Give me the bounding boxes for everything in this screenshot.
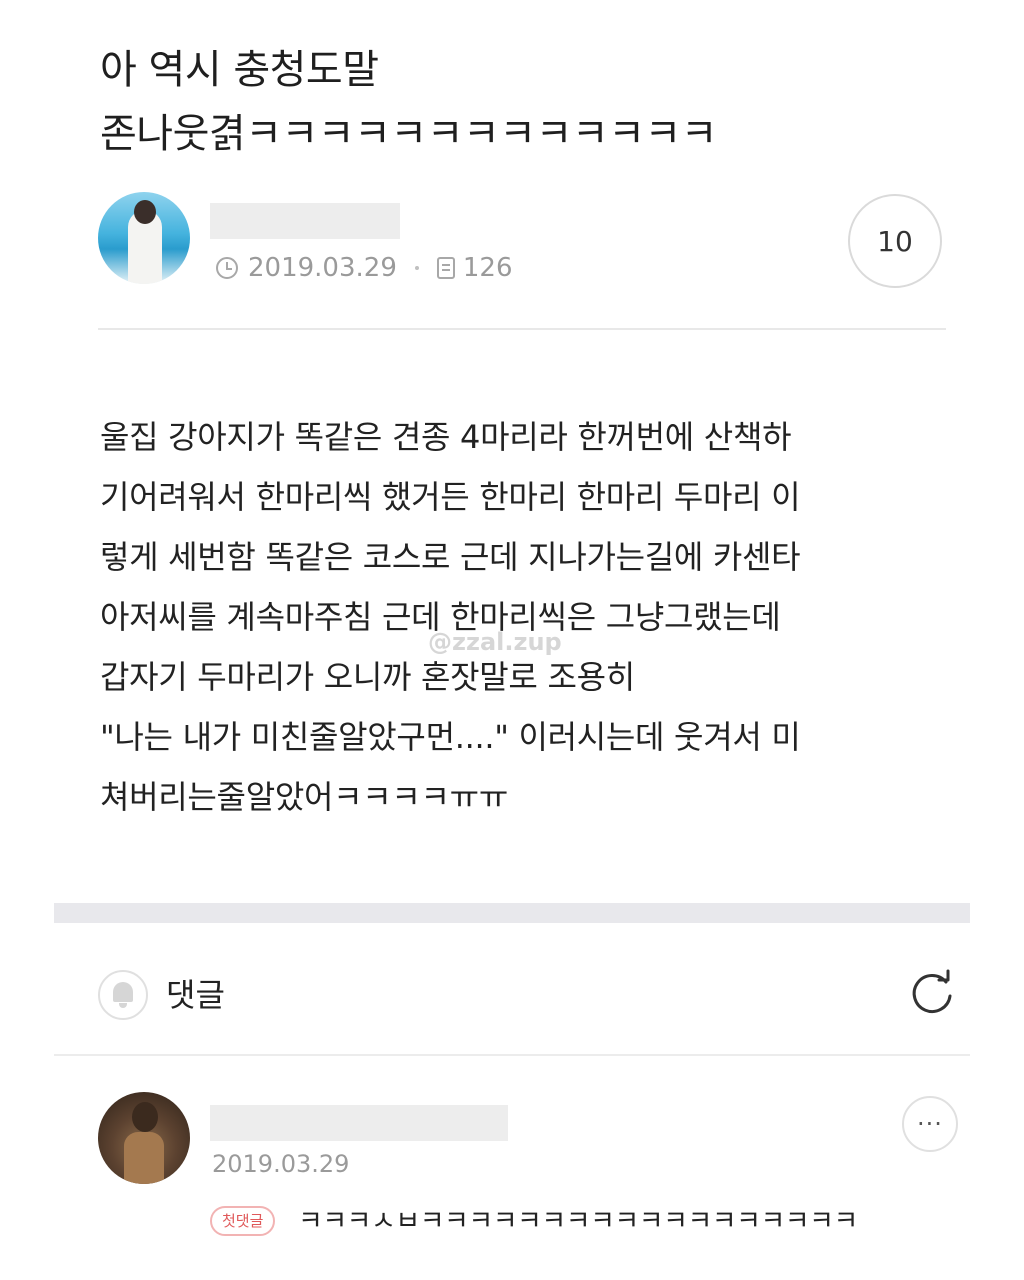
- watermark: @zzal.zup: [428, 628, 562, 656]
- header-divider: [98, 328, 946, 330]
- clock-icon: [216, 257, 238, 279]
- more-icon[interactable]: ···: [902, 1096, 958, 1152]
- comment-date: 2019.03.29: [212, 1150, 350, 1178]
- post-body: 울집 강아지가 똑같은 견종 4마리라 한꺼번에 산책하 기어려워서 한마리씩 …: [100, 407, 930, 827]
- post-body-line: 갑자기 두마리가 오니까 혼잣말로 조용히: [100, 658, 635, 696]
- author-avatar[interactable]: [98, 192, 190, 284]
- comment-text: ㅋㅋㅋㅅㅂㅋㅋㅋㅋㅋㅋㅋㅋㅋㅋㅋㅋㅋㅋㅋㅋㅋㅋ: [298, 1206, 858, 1237]
- author-name-redacted[interactable]: [210, 203, 400, 239]
- post-body-line: 렇게 세번함 똑같은 코스로 근데 지나가는길에 카센타: [100, 538, 801, 576]
- document-icon: [436, 257, 455, 279]
- post-body-line: 기어려워서 한마리씩 했거든 한마리 한마리 두마리 이: [100, 478, 801, 516]
- refresh-icon[interactable]: [906, 968, 958, 1020]
- comments-title: 댓글: [166, 976, 225, 1014]
- post-body-line: "나는 내가 미친줄알았구먼...." 이러시는데 웃겨서 미: [100, 718, 801, 756]
- post-views: 126: [462, 253, 513, 283]
- comments-header: 댓글: [54, 940, 970, 1050]
- post-date: 2019.03.29: [248, 253, 397, 283]
- post-title: 아 역시 충청도말 존나웃겱ㅋㅋㅋㅋㅋㅋㅋㅋㅋㅋㅋㅋㅋ: [100, 47, 718, 157]
- first-comment-badge: 첫댓글: [210, 1206, 276, 1236]
- comment-count-button[interactable]: 10: [848, 194, 942, 288]
- post-body-line: 쳐버리는줄알았어ㅋㅋㅋㅋㅠㅠ: [100, 778, 508, 816]
- post-body-line: 울집 강아지가 똑같은 견종 4마리라 한꺼번에 산책하: [100, 418, 792, 456]
- meta-separator-dot: [414, 266, 419, 270]
- avatar-head: [134, 200, 156, 224]
- commenter-name-redacted[interactable]: [210, 1105, 508, 1141]
- comments-divider: [54, 1054, 970, 1056]
- section-separator: [54, 903, 970, 923]
- post-meta: 2019.03.29 126: [216, 250, 513, 286]
- bell-icon[interactable]: [98, 970, 148, 1020]
- commenter-avatar[interactable]: [98, 1092, 190, 1184]
